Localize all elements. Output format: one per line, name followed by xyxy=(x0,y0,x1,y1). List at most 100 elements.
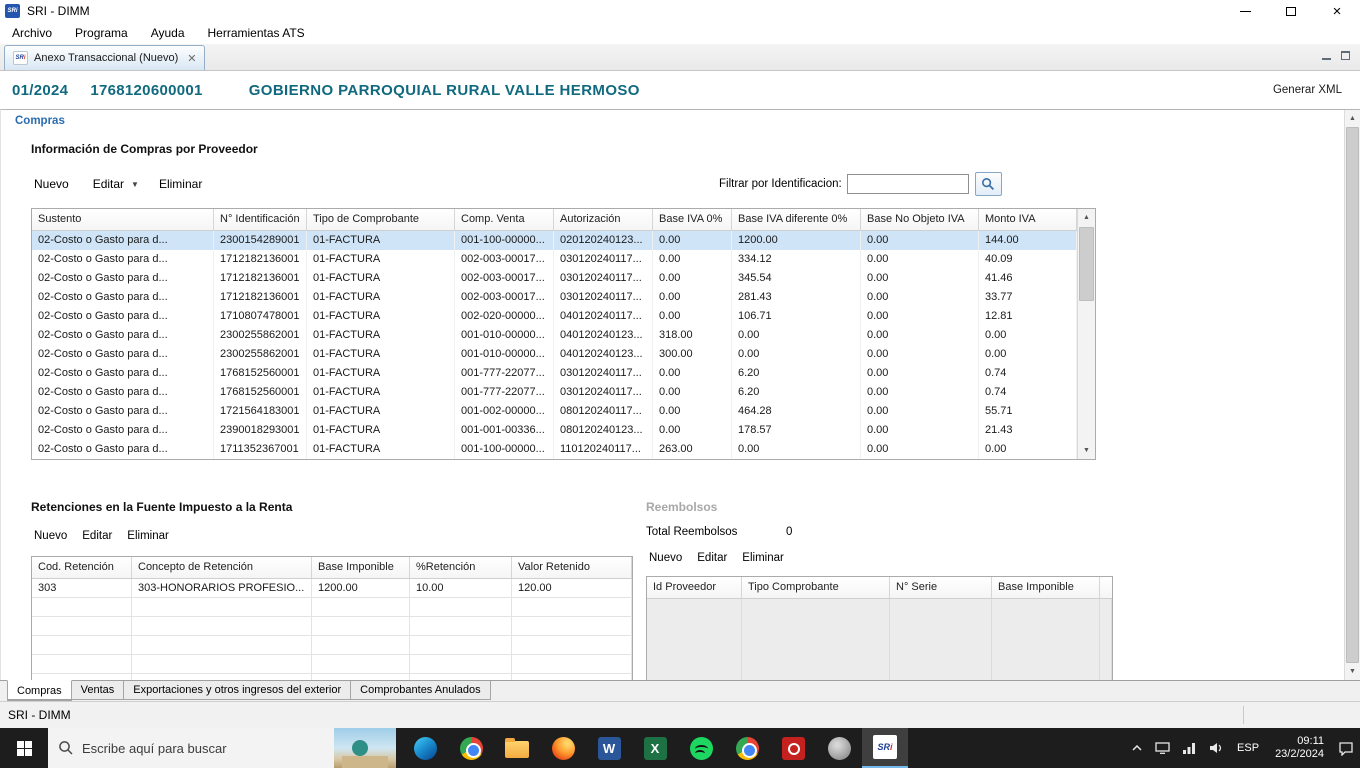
close-button[interactable]: × xyxy=(1314,0,1360,22)
table-row[interactable]: 02-Costo o Gasto para d... 1768152560001… xyxy=(32,383,1077,402)
tab-anexo-transaccional[interactable]: SRi Anexo Transaccional (Nuevo) ✕ xyxy=(4,45,205,70)
display-tray-button[interactable] xyxy=(1149,728,1176,768)
minimize-button[interactable] xyxy=(1222,0,1268,22)
view-maximize-icon[interactable] xyxy=(1341,51,1350,60)
column-header[interactable]: Base IVA 0% xyxy=(653,209,732,230)
filter-search-button[interactable] xyxy=(975,172,1002,196)
column-header[interactable]: N° Identificación xyxy=(214,209,307,230)
chevron-up-icon xyxy=(1131,742,1143,754)
column-header[interactable]: Base No Objeto IVA xyxy=(861,209,979,230)
scroll-up-icon[interactable]: ▲ xyxy=(1078,209,1095,226)
column-header[interactable]: Id Proveedor xyxy=(647,577,742,598)
compras-eliminar-button[interactable]: Eliminar xyxy=(159,177,202,191)
firefox-button[interactable] xyxy=(540,728,586,768)
compras-editar-button[interactable]: Editar xyxy=(93,177,124,191)
action-center-button[interactable] xyxy=(1332,728,1360,768)
menu-item[interactable]: Archivo xyxy=(10,24,54,42)
maximize-icon xyxy=(1286,7,1296,16)
table-row[interactable]: 02-Costo o Gasto para d... 1712182136001… xyxy=(32,269,1077,288)
generar-xml-button[interactable]: Generar XML xyxy=(1273,84,1342,96)
retenciones-toolbar: Nuevo Editar Eliminar xyxy=(34,530,184,542)
language-indicator[interactable]: ESP xyxy=(1229,742,1267,754)
sri-dimm-button[interactable]: SRi xyxy=(862,728,908,768)
column-header[interactable]: Sustento xyxy=(32,209,214,230)
tab-compras[interactable]: Compras xyxy=(7,680,72,701)
reembolsos-editar-button[interactable]: Editar xyxy=(697,552,727,564)
scroll-thumb[interactable] xyxy=(1346,127,1359,663)
system-tray: ESP 09:11 23/2/2024 xyxy=(1125,728,1360,768)
scroll-thumb[interactable] xyxy=(1079,227,1094,301)
scroll-down-icon[interactable]: ▼ xyxy=(1345,663,1360,680)
reembolsos-eliminar-button[interactable]: Eliminar xyxy=(742,552,784,564)
volume-tray-button[interactable] xyxy=(1202,728,1229,768)
file-explorer-button[interactable] xyxy=(494,728,540,768)
menu-item[interactable]: Ayuda xyxy=(149,24,187,42)
table-row[interactable]: 02-Costo o Gasto para d... 1712182136001… xyxy=(32,288,1077,307)
reembolsos-nuevo-button[interactable]: Nuevo xyxy=(649,552,682,564)
compras-table-scrollbar[interactable]: ▲ ▼ xyxy=(1077,209,1095,459)
taskbar-clock[interactable]: 09:11 23/2/2024 xyxy=(1267,735,1332,761)
table-row[interactable]: 303 303-HONORARIOS PROFESIO... 1200.00 1… xyxy=(32,579,632,598)
content-scrollbar[interactable]: ▲ ▼ xyxy=(1344,110,1360,680)
menu-item[interactable]: Programa xyxy=(73,24,130,42)
retenciones-editar-button[interactable]: Editar xyxy=(82,530,112,542)
search-input[interactable] xyxy=(82,741,334,756)
table-row[interactable]: 02-Costo o Gasto para d... 2300255862001… xyxy=(32,345,1077,364)
column-header[interactable]: Comp. Venta xyxy=(455,209,554,230)
table-row[interactable]: 02-Costo o Gasto para d... 1711352367001… xyxy=(32,440,1077,459)
excel-button[interactable]: X xyxy=(632,728,678,768)
compras-nuevo-button[interactable]: Nuevo xyxy=(34,177,69,191)
scroll-down-icon[interactable]: ▼ xyxy=(1078,442,1095,459)
tab-ventas[interactable]: Ventas xyxy=(71,681,125,700)
column-header[interactable]: Cod. Retención xyxy=(32,557,132,578)
editar-dropdown-icon[interactable]: ▼ xyxy=(131,180,139,189)
column-header[interactable]: Tipo Comprobante xyxy=(742,577,890,598)
column-header[interactable]: Autorización xyxy=(554,209,653,230)
entity-name: GOBIERNO PARROQUIAL RURAL VALLE HERMOSO xyxy=(249,82,640,99)
spotify-button[interactable] xyxy=(678,728,724,768)
column-header[interactable]: N° Serie xyxy=(890,577,992,598)
tab-comprobantes-anulados[interactable]: Comprobantes Anulados xyxy=(350,681,490,700)
table-row[interactable]: 02-Costo o Gasto para d... 1712182136001… xyxy=(32,250,1077,269)
generic-app-button[interactable] xyxy=(816,728,862,768)
start-button[interactable] xyxy=(0,728,48,768)
table-row[interactable]: 02-Costo o Gasto para d... 1710807478001… xyxy=(32,307,1077,326)
windows-logo-icon xyxy=(17,741,32,756)
table-row[interactable]: 02-Costo o Gasto para d... 1721564183001… xyxy=(32,402,1077,421)
table-row[interactable]: 02-Costo o Gasto para d... 2300255862001… xyxy=(32,326,1077,345)
tab-exportaciones[interactable]: Exportaciones y otros ingresos del exter… xyxy=(123,681,351,700)
menu-item[interactable]: Herramientas ATS xyxy=(206,24,307,42)
taskbar-search[interactable] xyxy=(48,728,396,768)
hidden-icons-button[interactable] xyxy=(1125,728,1149,768)
compras-table-body: 02-Costo o Gasto para d... 2300154289001… xyxy=(32,231,1077,459)
chrome-button[interactable] xyxy=(448,728,494,768)
column-header[interactable]: Base Imponible xyxy=(312,557,410,578)
edge-button[interactable] xyxy=(402,728,448,768)
scroll-up-icon[interactable]: ▲ xyxy=(1345,110,1360,127)
column-header[interactable]: Base Imponible xyxy=(992,577,1100,598)
column-header[interactable]: Monto IVA xyxy=(979,209,1077,230)
tab-close-icon[interactable]: ✕ xyxy=(187,52,196,65)
sri-dimm-icon: SRi xyxy=(873,735,897,759)
maximize-button[interactable] xyxy=(1268,0,1314,22)
column-header[interactable]: %Retención xyxy=(410,557,512,578)
word-button[interactable]: W xyxy=(586,728,632,768)
view-minimize-icon[interactable] xyxy=(1322,51,1331,60)
table-row[interactable]: 02-Costo o Gasto para d... 2300154289001… xyxy=(32,231,1077,250)
table-row[interactable]: 02-Costo o Gasto para d... 2390018293001… xyxy=(32,421,1077,440)
network-tray-button[interactable] xyxy=(1176,728,1202,768)
column-header[interactable]: Valor Retenido xyxy=(512,557,632,578)
table-row[interactable]: 02-Costo o Gasto para d... 1768152560001… xyxy=(32,364,1077,383)
compras-section-link[interactable]: Compras xyxy=(15,115,65,127)
filter-box: Filtrar por Identificacion: xyxy=(719,172,1002,196)
filter-input[interactable] xyxy=(847,174,969,194)
column-header[interactable]: Concepto de Retención xyxy=(132,557,312,578)
retenciones-eliminar-button[interactable]: Eliminar xyxy=(127,530,169,542)
column-header[interactable]: Base IVA diferente 0% xyxy=(732,209,861,230)
retenciones-nuevo-button[interactable]: Nuevo xyxy=(34,530,67,542)
acrobat-button[interactable] xyxy=(770,728,816,768)
chrome-button-2[interactable] xyxy=(724,728,770,768)
search-highlight-image[interactable] xyxy=(334,728,396,768)
total-reembolsos-value: 0 xyxy=(786,526,792,538)
column-header[interactable]: Tipo de Comprobante xyxy=(307,209,455,230)
